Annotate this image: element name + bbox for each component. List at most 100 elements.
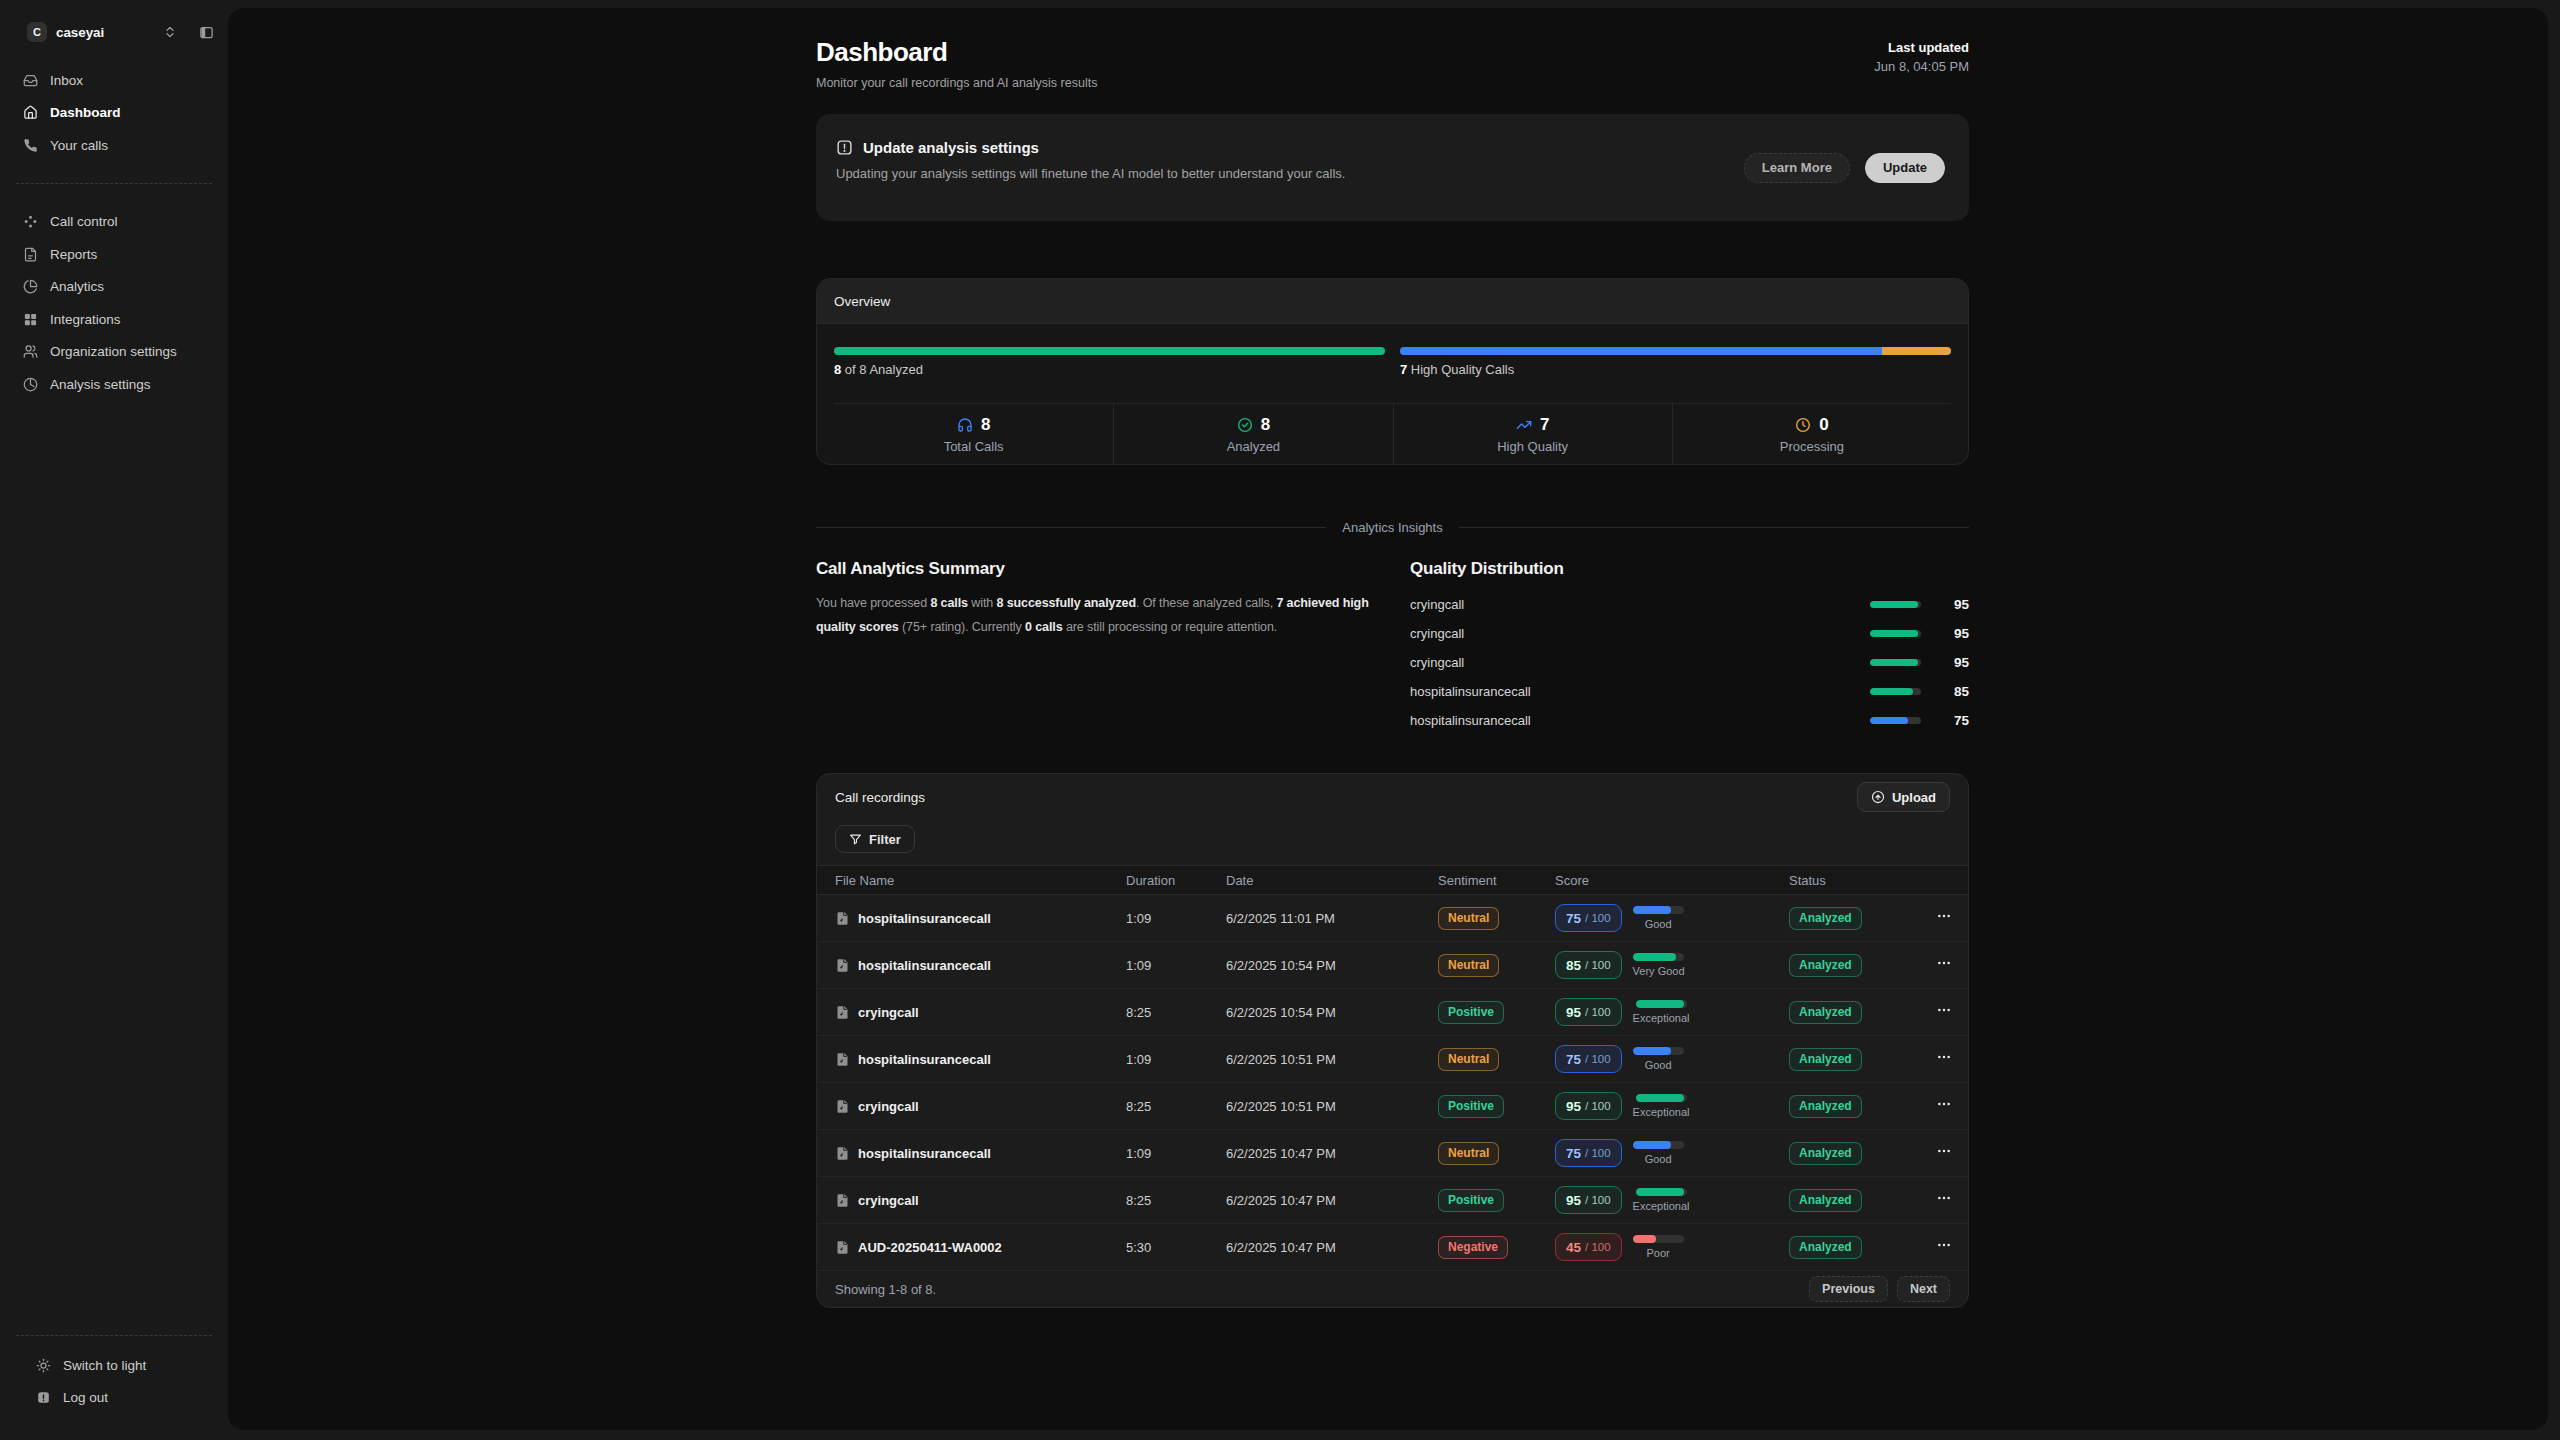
sidebar-item-log-out[interactable]: Log out (14, 1381, 214, 1413)
sidebar-item-label: Inbox (50, 73, 83, 88)
main-panel: Dashboard Monitor your call recordings a… (228, 8, 2548, 1430)
score-value: 75 (1566, 1146, 1581, 1161)
score-tier-label: Good (1645, 918, 1672, 930)
score-mini: Good (1633, 1141, 1684, 1165)
stat-label: Total Calls (834, 439, 1113, 454)
table-row[interactable]: cryingcall8:256/2/2025 10:54 PMPositive9… (817, 989, 1968, 1036)
score-mini: Good (1633, 906, 1684, 930)
row-actions-button[interactable] (1913, 1096, 1952, 1116)
row-actions-button[interactable] (1913, 1237, 1952, 1257)
duration-cell: 1:09 (1126, 1052, 1226, 1067)
sidebar-item-integrations[interactable]: Integrations (14, 303, 214, 336)
row-actions-button[interactable] (1913, 1049, 1952, 1069)
quality-score: 75 (1935, 713, 1969, 728)
sidebar-item-your-calls[interactable]: Your calls (14, 129, 214, 162)
table-row[interactable]: hospitalinsurancecall1:096/2/2025 10:47 … (817, 1130, 1968, 1177)
score-tier-label: Exceptional (1633, 1106, 1690, 1118)
file-name-cell: hospitalinsurancecall (835, 911, 1126, 926)
stat-processing: 0Processing (1672, 404, 1951, 464)
update-button[interactable]: Update (1865, 153, 1945, 183)
score-cell: 85/ 100Very Good (1555, 951, 1789, 979)
upload-button[interactable]: Upload (1857, 782, 1950, 812)
score-max: / 100 (1585, 1006, 1611, 1018)
row-actions-button[interactable] (1913, 1143, 1952, 1163)
filter-button[interactable]: Filter (835, 825, 915, 853)
analytics-insights-divider: Analytics Insights (816, 520, 1969, 535)
sidebar-item-call-control[interactable]: Call control (14, 206, 214, 239)
progress-label: 7 High Quality Calls (1400, 362, 1951, 377)
row-actions-button[interactable] (1913, 1190, 1952, 1210)
score-cell: 95/ 100 Exceptional (1555, 1186, 1789, 1214)
pie-icon (23, 279, 38, 294)
learn-more-button[interactable]: Learn More (1744, 153, 1850, 183)
score-cell: 75/ 100 Good (1555, 1045, 1789, 1073)
inbox-icon (23, 73, 38, 88)
sidebar-item-organization-settings[interactable]: Organization settings (14, 336, 214, 369)
progress-segment (1882, 347, 1951, 355)
score-badge: 95/ 100 (1555, 1092, 1622, 1120)
sidebar-item-analysis-settings[interactable]: Analysis settings (14, 368, 214, 401)
table-row[interactable]: hospitalinsurancecall1:096/2/2025 11:01 … (817, 895, 1968, 942)
last-updated-value: Jun 8, 04:05 PM (1874, 59, 1969, 74)
audio-file-icon (835, 1005, 850, 1020)
overview-card-title: Overview (817, 279, 1968, 324)
workspace-switcher[interactable]: C caseyai (14, 20, 214, 44)
workspace-name: caseyai (56, 25, 104, 40)
status-badge: Analyzed (1789, 1189, 1862, 1212)
progress-segment (834, 347, 1385, 355)
stat-analyzed: 8Analyzed (1113, 404, 1392, 464)
row-actions-button[interactable] (1913, 1002, 1952, 1022)
column-header-date: Date (1226, 873, 1438, 888)
next-button[interactable]: Next (1897, 1276, 1950, 1302)
sidebar-item-label: Your calls (50, 138, 108, 153)
sidebar-item-analytics[interactable]: Analytics (14, 271, 214, 304)
table-row[interactable]: cryingcall8:256/2/2025 10:51 PMPositive9… (817, 1083, 1968, 1130)
score-badge: 95/ 100 (1555, 998, 1622, 1026)
stat-value: 0 (1819, 415, 1828, 435)
sentiment-cell: Neutral (1438, 907, 1555, 930)
table-row[interactable]: hospitalinsurancecall1:096/2/2025 10:54 … (817, 942, 1968, 989)
score-tier-label: Exceptional (1633, 1200, 1690, 1212)
audio-file-icon (835, 1193, 850, 1208)
sidebar-item-reports[interactable]: Reports (14, 238, 214, 271)
file-name: AUD-20250411-WA0002 (858, 1240, 1002, 1255)
score-mini: Very Good (1633, 953, 1685, 977)
score-max: / 100 (1585, 1147, 1611, 1159)
table-row[interactable]: hospitalinsurancecall1:096/2/2025 10:51 … (817, 1036, 1968, 1083)
sidebar-item-switch-to-light[interactable]: Switch to light (14, 1349, 214, 1381)
duration-cell: 8:25 (1126, 1005, 1226, 1020)
quality-bar (1870, 659, 1921, 666)
app: C caseyai Inbox Dashboard Your calls Call … (0, 0, 2560, 1440)
previous-button[interactable]: Previous (1809, 1276, 1888, 1302)
score-max: / 100 (1585, 1194, 1611, 1206)
score-mini: Exceptional (1633, 1188, 1690, 1212)
last-updated: Last updated Jun 8, 04:05 PM (1874, 34, 1969, 74)
row-actions-button[interactable] (1913, 908, 1952, 928)
sidebar-item-label: Analytics (50, 279, 104, 294)
quality-distribution: Quality Distribution cryingcall95cryingc… (1410, 559, 1969, 735)
table-row[interactable]: cryingcall8:256/2/2025 10:47 PMPositive9… (817, 1177, 1968, 1224)
score-mini: Good (1633, 1047, 1684, 1071)
overview-card: Overview 8 of 8 Analyzed7 High Quality C… (816, 278, 1969, 465)
audio-file-icon (835, 1052, 850, 1067)
score-mini-bar (1633, 1047, 1684, 1055)
sentiment-badge: Positive (1438, 1095, 1504, 1118)
score-badge: 75/ 100 (1555, 1045, 1622, 1073)
file-name: cryingcall (858, 1193, 919, 1208)
analytics-insights-label: Analytics Insights (1342, 520, 1442, 535)
date-cell: 6/2/2025 10:54 PM (1226, 958, 1438, 973)
row-actions-button[interactable] (1913, 955, 1952, 975)
table-row[interactable]: AUD-20250411-WA00025:306/2/2025 10:47 PM… (817, 1224, 1968, 1271)
sidebar-item-inbox[interactable]: Inbox (14, 64, 214, 97)
audio-file-icon (835, 1099, 850, 1114)
file-name-cell: hospitalinsurancecall (835, 958, 1126, 973)
sidebar-toggle-icon[interactable] (199, 25, 214, 40)
score-badge: 95/ 100 (1555, 1186, 1622, 1214)
score-badge: 75 / 100 (1555, 1139, 1622, 1167)
quality-score: 85 (1935, 684, 1969, 699)
duration-cell: 5:30 (1126, 1240, 1226, 1255)
sidebar-item-dashboard[interactable]: Dashboard (14, 97, 214, 130)
chevrons-up-down-icon[interactable] (163, 25, 177, 39)
stat-value: 7 (1540, 415, 1549, 435)
sentiment-badge: Neutral (1438, 907, 1499, 930)
